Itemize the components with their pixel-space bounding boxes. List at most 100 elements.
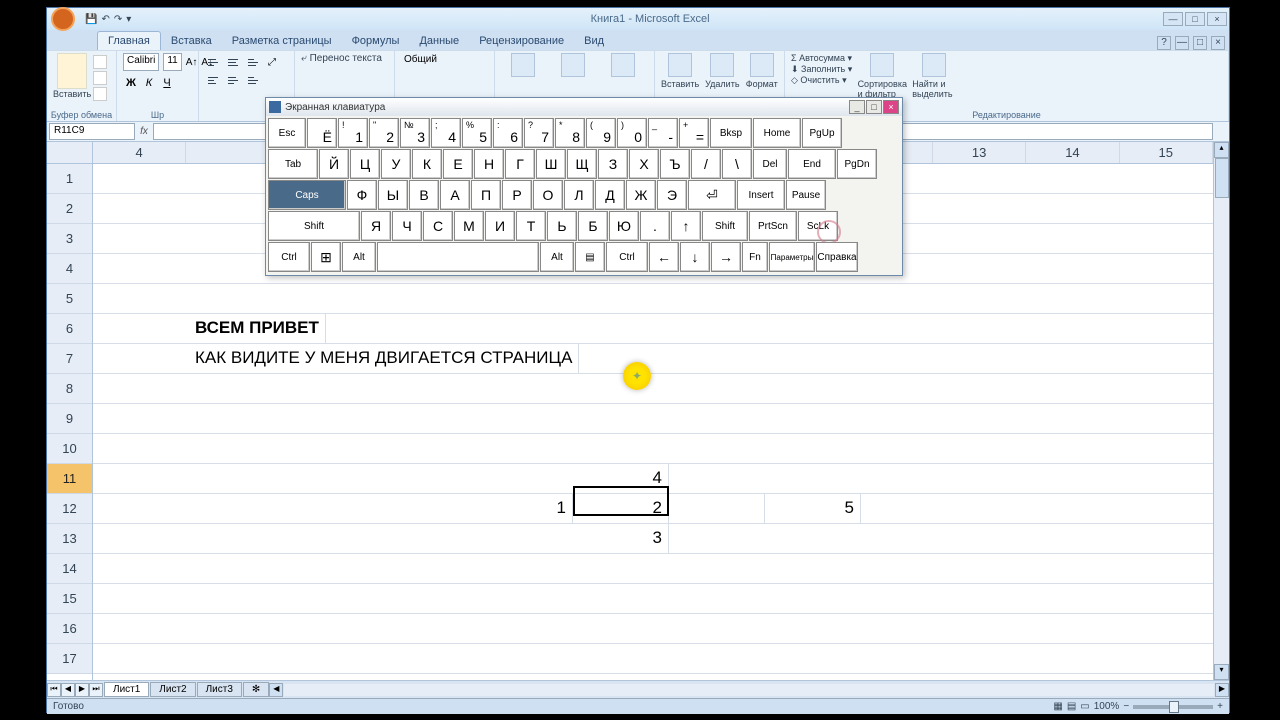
orientation-icon[interactable]: ⤢ [265, 53, 283, 71]
key[interactable]: \ [722, 149, 752, 179]
delete-cells-button[interactable]: Удалить [705, 53, 739, 89]
zoom-slider[interactable] [1133, 705, 1213, 709]
key[interactable]: ⏎ [688, 180, 736, 210]
key[interactable]: Б [578, 211, 608, 241]
key[interactable]: Ctrl [268, 242, 310, 272]
key[interactable]: PgUp [802, 118, 842, 148]
row-header[interactable]: 6 [47, 314, 92, 344]
key[interactable]: Tab [268, 149, 318, 179]
cell[interactable]: 1 [477, 494, 573, 523]
key[interactable]: PgDn [837, 149, 877, 179]
align-middle-icon[interactable] [225, 53, 243, 71]
align-left-icon[interactable] [205, 71, 223, 89]
key[interactable]: Х [629, 149, 659, 179]
select-all-corner[interactable] [47, 142, 92, 164]
key[interactable]: 8* [555, 118, 585, 148]
sheet-tab[interactable]: Лист1 [104, 682, 149, 697]
fx-icon[interactable]: fx [135, 126, 153, 137]
osk-maximize-button[interactable]: □ [866, 100, 882, 114]
key[interactable]: Справка [816, 242, 858, 272]
align-bottom-icon[interactable] [245, 53, 263, 71]
key[interactable]: Bksp [710, 118, 752, 148]
key[interactable]: 4; [431, 118, 461, 148]
scroll-up-icon[interactable]: ▴ [1214, 142, 1229, 158]
format-table-button[interactable] [551, 53, 595, 79]
row-header[interactable]: 11 [47, 464, 92, 494]
key[interactable]: → [711, 242, 741, 272]
wrap-text-icon[interactable]: ⤶ [301, 53, 307, 64]
hscroll-left-icon[interactable]: ◀ [269, 683, 283, 697]
row-header[interactable]: 3 [47, 224, 92, 254]
font-size-select[interactable]: 11 [163, 53, 181, 71]
office-button[interactable] [51, 7, 75, 31]
row-header[interactable]: 13 [47, 524, 92, 554]
key[interactable]: К [412, 149, 442, 179]
key[interactable]: ↑ [671, 211, 701, 241]
undo-icon[interactable]: ↶ [101, 14, 109, 25]
row-header[interactable]: 2 [47, 194, 92, 224]
key[interactable]: А [440, 180, 470, 210]
row-header[interactable]: 9 [47, 404, 92, 434]
key[interactable]: Э [657, 180, 687, 210]
key[interactable]: 5% [462, 118, 492, 148]
tab-review[interactable]: Рецензирование [469, 32, 574, 50]
quick-access-toolbar[interactable]: 💾 ↶ ↷ ▾ [79, 14, 137, 25]
key[interactable]: 3№ [400, 118, 430, 148]
key[interactable]: Insert [737, 180, 785, 210]
scroll-down-icon[interactable]: ▾ [1214, 664, 1229, 680]
onscreen-keyboard[interactable]: Экранная клавиатура _ □ × EscЁ1!2"3№4;5%… [265, 97, 903, 276]
key[interactable]: Ъ [660, 149, 690, 179]
col-header[interactable]: 4 [93, 142, 186, 163]
cell[interactable]: 2 [573, 494, 669, 523]
key[interactable]: Ь [547, 211, 577, 241]
clear-button[interactable]: ◇ Очистить ▾ [791, 75, 852, 86]
key[interactable]: Alt [342, 242, 376, 272]
hscroll-right-icon[interactable]: ▶ [1215, 683, 1229, 697]
name-box[interactable]: R11C9 [49, 123, 135, 140]
tab-home[interactable]: Главная [97, 31, 161, 50]
key[interactable]: Ё [307, 118, 337, 148]
autosum-button[interactable]: Σ Автосумма ▾ [791, 53, 852, 64]
key[interactable]: С [423, 211, 453, 241]
row-header[interactable]: 5 [47, 284, 92, 314]
key[interactable]: Ы [378, 180, 408, 210]
key[interactable]: 0) [617, 118, 647, 148]
key[interactable]: Ц [350, 149, 380, 179]
horizontal-scrollbar[interactable] [284, 684, 1214, 696]
key[interactable] [377, 242, 539, 272]
key[interactable]: Н [474, 149, 504, 179]
help-icon[interactable]: ? [1157, 36, 1171, 50]
sheet-tab[interactable]: Лист3 [197, 682, 242, 697]
tab-data[interactable]: Данные [409, 32, 469, 50]
row-header[interactable]: 10 [47, 434, 92, 464]
key[interactable]: Pause [786, 180, 826, 210]
sheet-nav-prev-icon[interactable]: ◀ [61, 683, 75, 697]
view-break-icon[interactable]: ▭ [1080, 701, 1089, 712]
key[interactable]: End [788, 149, 836, 179]
scroll-thumb[interactable] [1215, 158, 1229, 198]
sheet-tab[interactable]: Лист2 [150, 682, 195, 697]
ribbon-close-button[interactable]: × [1211, 36, 1225, 50]
osk-close-button[interactable]: × [883, 100, 899, 114]
zoom-in-icon[interactable]: + [1217, 701, 1223, 712]
key[interactable]: Alt [540, 242, 574, 272]
key[interactable]: М [454, 211, 484, 241]
row-header[interactable]: 16 [47, 614, 92, 644]
key[interactable]: Й [319, 149, 349, 179]
qat-more-icon[interactable]: ▾ [126, 14, 131, 25]
save-icon[interactable]: 💾 [85, 14, 97, 25]
fill-button[interactable]: ⬇ Заполнить ▾ [791, 64, 852, 75]
key[interactable]: Ш [536, 149, 566, 179]
copy-icon[interactable] [93, 71, 107, 85]
key[interactable]: ▤ [575, 242, 605, 272]
cell[interactable]: 3 [573, 524, 669, 553]
key[interactable]: Д [595, 180, 625, 210]
key[interactable]: Ю [609, 211, 639, 241]
key[interactable]: / [691, 149, 721, 179]
key[interactable]: ↓ [680, 242, 710, 272]
font-name-select[interactable]: Calibri [123, 53, 159, 71]
row-header[interactable]: 8 [47, 374, 92, 404]
zoom-out-icon[interactable]: − [1123, 701, 1129, 712]
key[interactable]: 1! [338, 118, 368, 148]
wrap-text-button[interactable]: Перенос текста [310, 53, 382, 64]
